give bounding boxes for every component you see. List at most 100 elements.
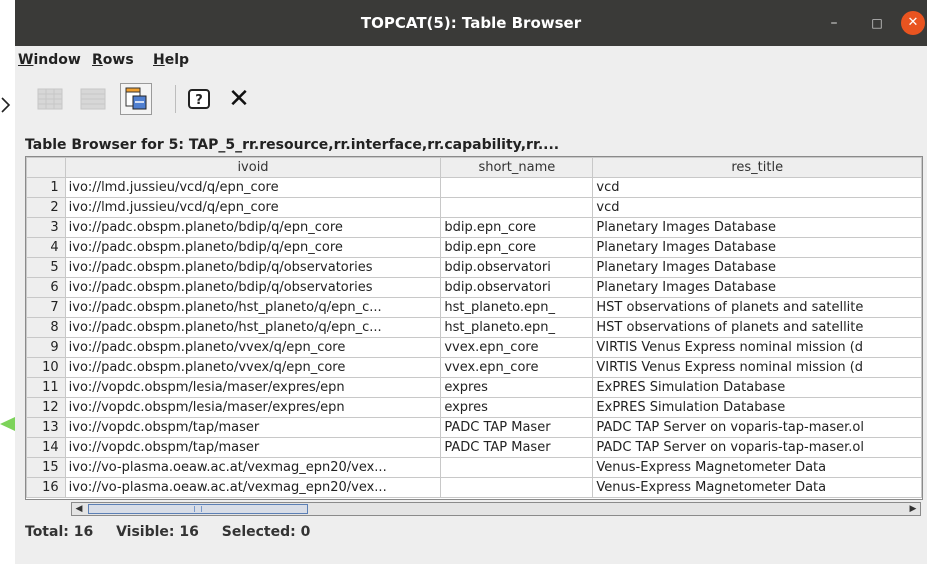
- row-number-header: [26, 157, 66, 178]
- row-number: 8: [26, 317, 66, 338]
- menu-rows[interactable]: Rows: [92, 52, 134, 68]
- table-row[interactable]: 1 ivo://lmd.jussieu/vcd/q/epn_core vcd: [26, 177, 922, 198]
- maximize-button[interactable]: □: [865, 11, 889, 35]
- cell-short-name: hst_planeto.epn_: [440, 317, 594, 338]
- row-number: 15: [26, 457, 66, 478]
- close-icon[interactable]: ✕: [223, 83, 255, 115]
- table-row[interactable]: 8 ivo://padc.obspm.planeto/hst_planeto/q/…: [26, 317, 922, 338]
- scroll-left-arrow-icon[interactable]: ◀: [72, 503, 86, 515]
- total-count: Total: 16: [25, 524, 94, 540]
- table-row[interactable]: 9 ivo://padc.obspm.planeto/vvex/q/epn_cor…: [26, 337, 922, 358]
- cell-ivoid: ivo://vopdc.obspm/lesia/maser/expres/epn: [64, 377, 442, 398]
- annotation-fragment: [0, 96, 15, 114]
- table-browser-window: TOPCAT(5): Table Browser – □ ✕ Window Ro…: [15, 0, 927, 564]
- column-header-short-name[interactable]: short_name: [440, 157, 594, 178]
- horizontal-scrollbar[interactable]: ◀ ▶: [71, 502, 921, 516]
- row-number: 3: [26, 217, 66, 238]
- cell-ivoid: ivo://vopdc.obspm/tap/maser: [64, 417, 442, 438]
- cell-res-title: HST observations of planets and satellit…: [592, 297, 922, 318]
- table-header-row: ivoid short_name res_title: [26, 157, 922, 178]
- menu-help[interactable]: Help: [153, 52, 189, 68]
- cell-ivoid: ivo://padc.obspm.planeto/vvex/q/epn_core: [64, 337, 442, 358]
- table-row[interactable]: 6 ivo://padc.obspm.planeto/bdip/q/observa…: [26, 277, 922, 298]
- table-viewport[interactable]: ivoid short_name res_title 1 ivo://lmd.ju…: [25, 156, 923, 500]
- grid-icon[interactable]: [34, 83, 66, 115]
- annotation-arrow: [0, 416, 15, 431]
- cell-short-name: hst_planeto.epn_: [440, 297, 594, 318]
- table-row[interactable]: 4 ivo://padc.obspm.planeto/bdip/q/epn_cor…: [26, 237, 922, 258]
- menu-bar: Window Rows Help: [15, 50, 927, 72]
- menu-help-mnemonic: H: [153, 52, 165, 68]
- cell-short-name: expres: [440, 377, 594, 398]
- cell-short-name: [440, 457, 594, 478]
- grid-icon[interactable]: [77, 83, 109, 115]
- cell-ivoid: ivo://padc.obspm.planeto/bdip/q/observat…: [64, 257, 442, 278]
- row-number: 5: [26, 257, 66, 278]
- cell-short-name: bdip.epn_core: [440, 237, 594, 258]
- cell-res-title: VIRTIS Venus Express nominal mission (d: [592, 337, 922, 358]
- cell-ivoid: ivo://padc.obspm.planeto/vvex/q/epn_core: [64, 357, 442, 378]
- cell-res-title: vcd: [592, 197, 922, 218]
- scrollbar-thumb[interactable]: [88, 504, 308, 514]
- table-row[interactable]: 5 ivo://padc.obspm.planeto/bdip/q/observa…: [26, 257, 922, 278]
- cell-short-name: vvex.epn_core: [440, 337, 594, 358]
- cell-short-name: [440, 477, 594, 498]
- cell-res-title: ExPRES Simulation Database: [592, 377, 922, 398]
- cell-res-title: PADC TAP Server on voparis-tap-maser.ol: [592, 417, 922, 438]
- visible-count: Visible: 16: [116, 524, 199, 540]
- help-icon[interactable]: ?: [183, 83, 215, 115]
- cell-res-title: Planetary Images Database: [592, 217, 922, 238]
- cell-res-title: Planetary Images Database: [592, 257, 922, 278]
- row-number: 2: [26, 197, 66, 218]
- column-header-ivoid[interactable]: ivoid: [64, 157, 442, 178]
- table-row[interactable]: 10 ivo://padc.obspm.planeto/vvex/q/epn_co…: [26, 357, 922, 378]
- cell-ivoid: ivo://padc.obspm.planeto/bdip/q/epn_core: [64, 237, 442, 258]
- cell-short-name: PADC TAP Maser: [440, 437, 594, 458]
- cell-ivoid: ivo://vopdc.obspm/tap/maser: [64, 437, 442, 458]
- row-number: 4: [26, 237, 66, 258]
- title-bar: TOPCAT(5): Table Browser – □ ✕: [15, 0, 927, 46]
- row-number: 7: [26, 297, 66, 318]
- table-row[interactable]: 3 ivo://padc.obspm.planeto/bdip/q/epn_cor…: [26, 217, 922, 238]
- data-table: ivoid short_name res_title 1 ivo://lmd.ju…: [26, 157, 922, 498]
- table-row[interactable]: 16 ivo://vo-plasma.oeaw.ac.at/vexmag_epn2…: [26, 477, 922, 498]
- table-row[interactable]: 13 ivo://vopdc.obspm/tap/maser PADC TAP Ma…: [26, 417, 922, 438]
- row-number: 14: [26, 437, 66, 458]
- scrollbar-grip: [194, 506, 202, 512]
- cell-res-title: Planetary Images Database: [592, 237, 922, 258]
- cell-ivoid: ivo://vo-plasma.oeaw.ac.at/vexmag_epn20/…: [64, 457, 442, 478]
- cell-ivoid: ivo://padc.obspm.planeto/bdip/q/observat…: [64, 277, 442, 298]
- window-title: TOPCAT(5): Table Browser: [360, 14, 582, 32]
- cell-short-name: expres: [440, 397, 594, 418]
- table-heading: Table Browser for 5: TAP_5_rr.resource,r…: [25, 137, 560, 153]
- menu-window-label: indow: [33, 52, 81, 68]
- row-number: 9: [26, 337, 66, 358]
- table-row[interactable]: 15 ivo://vo-plasma.oeaw.ac.at/vexmag_epn2…: [26, 457, 922, 478]
- cell-res-title: ExPRES Simulation Database: [592, 397, 922, 418]
- menu-window[interactable]: Window: [18, 52, 81, 68]
- cell-ivoid: ivo://vo-plasma.oeaw.ac.at/vexmag_epn20/…: [64, 477, 442, 498]
- cell-res-title: vcd: [592, 177, 922, 198]
- menu-help-label: elp: [164, 52, 190, 68]
- minimize-button[interactable]: –: [822, 11, 846, 35]
- cell-res-title: HST observations of planets and satellit…: [592, 317, 922, 338]
- table-row[interactable]: 12 ivo://vopdc.obspm/lesia/maser/expres/e…: [26, 397, 922, 418]
- cell-ivoid: ivo://lmd.jussieu/vcd/q/epn_core: [64, 197, 442, 218]
- table-row[interactable]: 11 ivo://vopdc.obspm/lesia/maser/expres/e…: [26, 377, 922, 398]
- cell-res-title: VIRTIS Venus Express nominal mission (d: [592, 357, 922, 378]
- row-number: 6: [26, 277, 66, 298]
- svg-text:?: ?: [195, 93, 203, 108]
- row-number: 10: [26, 357, 66, 378]
- table-row[interactable]: 14 ivo://vopdc.obspm/tap/maser PADC TAP Ma…: [26, 437, 922, 458]
- cell-short-name: PADC TAP Maser: [440, 417, 594, 438]
- scroll-right-arrow-icon[interactable]: ▶: [906, 503, 920, 515]
- close-window-button[interactable]: ✕: [901, 11, 925, 35]
- cell-res-title: PADC TAP Server on voparis-tap-maser.ol: [592, 437, 922, 458]
- table-row[interactable]: 7 ivo://padc.obspm.planeto/hst_planeto/q/…: [26, 297, 922, 318]
- cell-res-title: Venus-Express Magnetometer Data: [592, 477, 922, 498]
- column-info-icon[interactable]: [120, 83, 152, 115]
- toolbar: ? ✕: [15, 74, 927, 122]
- cell-short-name: vvex.epn_core: [440, 357, 594, 378]
- column-header-res-title[interactable]: res_title: [592, 157, 922, 178]
- table-row[interactable]: 2 ivo://lmd.jussieu/vcd/q/epn_core vcd: [26, 197, 922, 218]
